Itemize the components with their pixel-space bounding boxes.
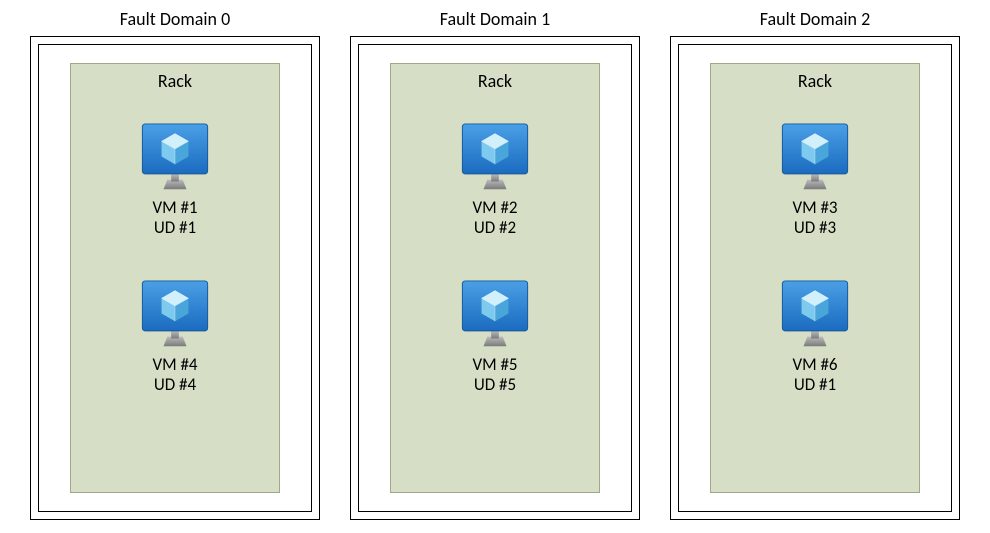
- rack: Rack VM #3 UD #3: [710, 63, 920, 493]
- outer-frame: Rack VM #1 UD #1: [30, 36, 320, 520]
- vm-labels: VM #1 UD #1: [152, 198, 197, 239]
- ud-name: UD #3: [792, 218, 837, 238]
- vm-labels: VM #2 UD #2: [472, 198, 517, 239]
- vm-slot: VM #3 UD #3: [776, 122, 854, 239]
- diagram-stage: Fault Domain 0 Rack VM #1 UD #1: [0, 0, 990, 533]
- vm-monitor-icon: [776, 122, 854, 194]
- inner-frame: Rack VM #2 UD #2: [358, 44, 632, 512]
- inner-frame: Rack VM #1 UD #1: [38, 44, 312, 512]
- inner-frame: Rack VM #3 UD #3: [678, 44, 952, 512]
- fault-domain-1: Fault Domain 1 Rack VM #2 UD #2: [350, 8, 640, 520]
- vm-slot: VM #2 UD #2: [456, 122, 534, 239]
- vm-slot: VM #5 UD #5: [456, 279, 534, 396]
- rack-label: Rack: [158, 70, 192, 92]
- vm-name: VM #5: [472, 355, 517, 375]
- vm-monitor-icon: [456, 122, 534, 194]
- vm-name: VM #6: [792, 355, 837, 375]
- vm-name: VM #2: [472, 198, 517, 218]
- vm-slot: VM #1 UD #1: [136, 122, 214, 239]
- fault-domain-title: Fault Domain 0: [120, 8, 230, 30]
- vm-monitor-icon: [136, 279, 214, 351]
- ud-name: UD #1: [152, 218, 197, 238]
- fault-domain-title: Fault Domain 2: [760, 8, 870, 30]
- fault-domain-title: Fault Domain 1: [440, 8, 550, 30]
- vm-slot: VM #4 UD #4: [136, 279, 214, 396]
- vm-name: VM #1: [152, 198, 197, 218]
- ud-name: UD #1: [792, 375, 837, 395]
- ud-name: UD #5: [472, 375, 517, 395]
- ud-name: UD #2: [472, 218, 517, 238]
- rack-label: Rack: [478, 70, 512, 92]
- rack-label: Rack: [798, 70, 832, 92]
- fault-domain-0: Fault Domain 0 Rack VM #1 UD #1: [30, 8, 320, 520]
- vm-labels: VM #5 UD #5: [472, 355, 517, 396]
- ud-name: UD #4: [152, 375, 197, 395]
- vm-slot: VM #6 UD #1: [776, 279, 854, 396]
- vm-monitor-icon: [456, 279, 534, 351]
- rack: Rack VM #1 UD #1: [70, 63, 280, 493]
- vm-name: VM #4: [152, 355, 197, 375]
- fault-domain-2: Fault Domain 2 Rack VM #3 UD #3: [670, 8, 960, 520]
- vm-monitor-icon: [136, 122, 214, 194]
- vm-labels: VM #6 UD #1: [792, 355, 837, 396]
- outer-frame: Rack VM #3 UD #3: [670, 36, 960, 520]
- vm-name: VM #3: [792, 198, 837, 218]
- rack: Rack VM #2 UD #2: [390, 63, 600, 493]
- fault-domain-row: Fault Domain 0 Rack VM #1 UD #1: [30, 8, 960, 520]
- vm-labels: VM #3 UD #3: [792, 198, 837, 239]
- vm-labels: VM #4 UD #4: [152, 355, 197, 396]
- vm-monitor-icon: [776, 279, 854, 351]
- outer-frame: Rack VM #2 UD #2: [350, 36, 640, 520]
